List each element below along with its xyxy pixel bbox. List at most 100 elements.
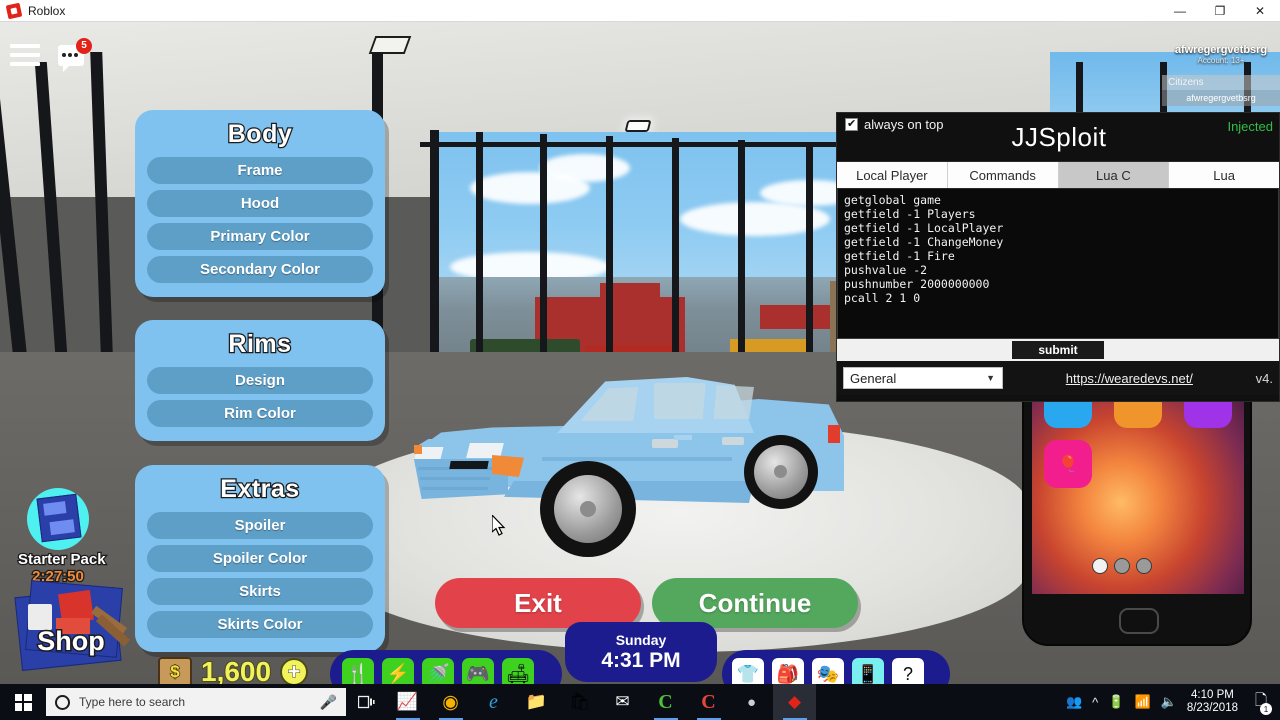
submit-button[interactable]: submit (1012, 341, 1104, 359)
taskbar-clock[interactable]: 4:10 PM 8/23/2018 (1187, 689, 1238, 715)
shop-button[interactable]: Shop (12, 578, 131, 673)
category-select[interactable]: General ▼ (843, 367, 1003, 389)
add-cash-button[interactable]: + (280, 658, 309, 684)
system-tray: 👥 ^ 🔋 📶 🔈 4:10 PM 8/23/2018 🗋 1 (1066, 684, 1280, 720)
task-view-icon (357, 695, 375, 708)
maximize-button[interactable]: ❐ (1200, 0, 1240, 22)
continue-button[interactable]: Continue (652, 578, 858, 628)
phone-menu-icon[interactable]: 📱 (852, 658, 884, 684)
notification-count: 1 (1260, 703, 1272, 715)
clock-time: 4:31 PM (601, 648, 681, 672)
cash-display: $ 1,600 + (158, 655, 309, 684)
search-placeholder: Type here to search (79, 695, 186, 709)
tab-lua[interactable]: Lua (1169, 162, 1279, 188)
fun-need-icon[interactable]: 🎮 (462, 658, 494, 684)
minimize-button[interactable]: — (1160, 0, 1200, 22)
clothing-menu-icon[interactable]: 👕 (732, 658, 764, 684)
battery-icon[interactable]: 🔋 (1108, 694, 1124, 710)
player-name: afwregergvetbsrg (1174, 44, 1268, 56)
hamburger-menu-icon[interactable] (10, 44, 40, 66)
hunger-need-icon[interactable]: 🍴 (342, 658, 374, 684)
car-preview-model (404, 347, 864, 577)
console-line: pushvalue -2 (844, 263, 928, 277)
option-skirts-color[interactable]: Skirts Color (147, 611, 373, 638)
money-bag-icon: $ (158, 657, 192, 684)
taskbar-chrome[interactable]: ◉ (429, 684, 472, 720)
roblox-game-viewport[interactable]: 5 afwregergvetbsrg Account: 13+ Citizens… (0, 22, 1280, 684)
chat-bubble-icon[interactable]: 5 (58, 37, 92, 72)
start-button[interactable] (0, 684, 46, 720)
search-circle-icon (55, 694, 70, 710)
volume-icon[interactable]: 🔈 (1161, 694, 1177, 710)
option-hood[interactable]: Hood (147, 190, 373, 217)
option-primary-color[interactable]: Primary Color (147, 223, 373, 250)
taskbar-mail[interactable]: ✉ (601, 684, 644, 720)
player-list: afwregergvetbsrg Account: 13+ Citizens a… (1162, 44, 1280, 106)
taskbar-camtasia[interactable]: C (644, 684, 687, 720)
taskbar-file-explorer[interactable]: 📁 (515, 684, 558, 720)
chat-unread-badge: 5 (76, 37, 92, 54)
panel-title: Extras (219, 474, 300, 505)
jjsploit-submit-bar: submit (837, 339, 1279, 361)
game-hud-top-left: 5 (10, 37, 92, 72)
wearedevs-link[interactable]: https://wearedevs.net/ (1011, 371, 1248, 386)
starter-pack-label: Starter Pack (17, 550, 107, 570)
wifi-icon[interactable]: 📶 (1134, 694, 1150, 710)
people-icon[interactable]: 👥 (1066, 694, 1082, 710)
task-view-button[interactable] (346, 684, 386, 720)
windows-logo-icon (14, 693, 32, 711)
panel-title: Rims (227, 329, 292, 360)
console-line: getfield -1 Players (844, 207, 976, 221)
option-spoiler[interactable]: Spoiler (147, 512, 373, 539)
tab-commands[interactable]: Commands (947, 162, 1059, 188)
panel-body: Body Frame Hood Primary Color Secondary … (135, 110, 385, 297)
taskbar-time: 4:10 PM (1191, 689, 1234, 701)
taskbar-task-manager[interactable]: 📈 (386, 684, 429, 720)
action-center-button[interactable]: 🗋 1 (1248, 684, 1274, 720)
starter-pack-widget[interactable]: Starter Pack 2:27:50 (17, 488, 107, 586)
jjsploit-tabs: Local Player Commands Lua C Lua (837, 161, 1279, 189)
hygiene-need-icon[interactable]: 🚿 (422, 658, 454, 684)
windows-taskbar: Type here to search 🎤 📈 ◉ e 📁 🛍 ✉ C C ● … (0, 684, 1280, 720)
taskbar-camtasia-recorder[interactable]: C (687, 684, 730, 720)
lua-c-script-input[interactable]: getglobal game getfield -1 Players getfi… (837, 189, 1279, 339)
chevron-down-icon: ▼ (986, 373, 995, 383)
option-rim-color[interactable]: Rim Color (147, 400, 373, 427)
show-hidden-icons-icon[interactable]: ^ (1092, 695, 1098, 710)
taskbar-edge[interactable]: e (472, 684, 515, 720)
exit-button[interactable]: Exit (435, 578, 641, 628)
microphone-icon[interactable]: 🎤 (320, 694, 337, 711)
panel-extras: Extras Spoiler Spoiler Color Skirts Skir… (135, 465, 385, 652)
taskbar-roblox[interactable]: ◆ (773, 684, 816, 720)
shop-label: Shop (36, 625, 107, 658)
search-input[interactable]: Type here to search 🎤 (46, 688, 346, 716)
needs-bar: 🍴 ⚡ 🚿 🎮 🛋 (330, 650, 562, 684)
console-line: getfield -1 ChangeMoney (844, 235, 1004, 249)
option-frame[interactable]: Frame (147, 157, 373, 184)
emotes-menu-icon[interactable]: 🎭 (812, 658, 844, 684)
phone-screen: 🎈 (1032, 376, 1244, 594)
taskbar-obs[interactable]: ● (730, 684, 773, 720)
tab-local-player[interactable]: Local Player (837, 162, 948, 188)
injected-status: Injected (1227, 119, 1273, 134)
help-menu-icon[interactable]: ? (892, 658, 924, 684)
option-spoiler-color[interactable]: Spoiler Color (147, 545, 373, 572)
clock-day: Sunday (615, 631, 667, 648)
option-secondary-color[interactable]: Secondary Color (147, 256, 373, 283)
close-button[interactable]: ✕ (1240, 0, 1280, 22)
taskbar-store[interactable]: 🛍 (558, 684, 601, 720)
phone-app-party[interactable]: 🎈 (1044, 440, 1092, 488)
jjsploit-window[interactable]: always on top JJSploit Injected Local Pl… (836, 112, 1280, 402)
option-design[interactable]: Design (147, 367, 373, 394)
console-line: pcall 2 1 0 (844, 291, 921, 305)
energy-need-icon[interactable]: ⚡ (382, 658, 414, 684)
option-skirts[interactable]: Skirts (147, 578, 373, 605)
taskbar-date: 8/23/2018 (1186, 702, 1238, 714)
comfort-need-icon[interactable]: 🛋 (502, 658, 534, 684)
backpack-menu-icon[interactable]: 🎒 (772, 658, 804, 684)
phone-home-button[interactable] (1119, 608, 1159, 634)
panel-rims: Rims Design Rim Color (135, 320, 385, 441)
screen: Roblox — ❐ ✕ 5 afwregergvetbsrg Account:… (0, 0, 1280, 720)
tab-lua-c[interactable]: Lua C (1058, 162, 1170, 188)
player-list-item: afwregergvetbsrg (1162, 90, 1280, 106)
